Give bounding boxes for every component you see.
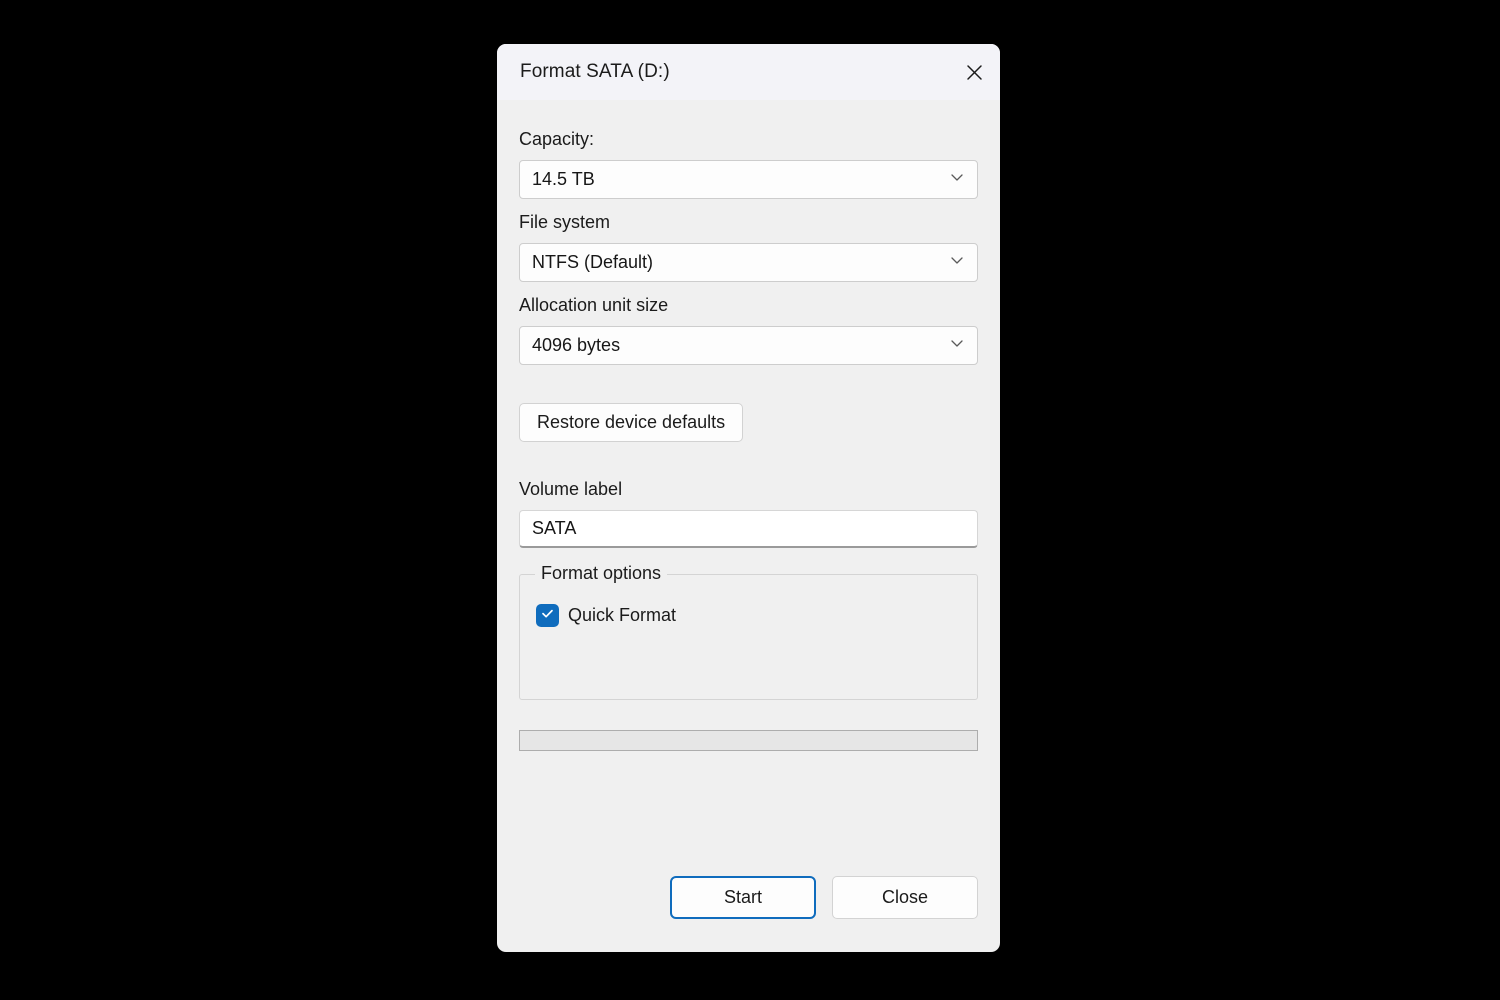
format-options-legend: Format options — [535, 564, 668, 582]
allocation-unit-size-label: Allocation unit size — [519, 295, 669, 315]
close-icon — [964, 62, 985, 83]
format-dialog: Format SATA (D:) Capacity: 14.5 TB File … — [497, 44, 1000, 952]
dialog-title: Format SATA (D:) — [520, 61, 670, 82]
start-button[interactable]: Start — [670, 876, 816, 919]
quick-format-checkbox[interactable] — [536, 604, 559, 627]
file-system-label: File system — [519, 212, 611, 232]
capacity-select[interactable]: 14.5 TB — [519, 160, 978, 199]
volume-label-input[interactable]: SATA — [519, 510, 978, 548]
quick-format-row[interactable]: Quick Format — [536, 604, 961, 627]
title-bar: Format SATA (D:) — [497, 44, 1000, 100]
close-button-footer[interactable]: Close — [832, 876, 978, 919]
format-progress-bar — [519, 730, 978, 751]
allocation-unit-size-select[interactable]: 4096 bytes — [519, 326, 978, 365]
capacity-label: Capacity: — [519, 129, 595, 149]
chevron-down-icon — [948, 168, 966, 191]
close-button[interactable] — [948, 44, 1000, 100]
allocation-unit-size-value: 4096 bytes — [532, 335, 621, 355]
dialog-body: Capacity: 14.5 TB File system NTFS (Defa… — [497, 100, 1000, 952]
chevron-down-icon — [948, 251, 966, 274]
dialog-footer: Start Close — [519, 876, 978, 919]
file-system-select[interactable]: NTFS (Default) — [519, 243, 978, 282]
format-options-group: Format options Quick Format — [519, 564, 978, 700]
file-system-value: NTFS (Default) — [532, 252, 654, 272]
chevron-down-icon — [948, 334, 966, 357]
quick-format-label: Quick Format — [568, 605, 677, 625]
capacity-value: 14.5 TB — [532, 169, 595, 189]
volume-label-label: Volume label — [519, 479, 623, 499]
checkmark-icon — [540, 606, 555, 626]
restore-device-defaults-button[interactable]: Restore device defaults — [519, 403, 744, 442]
